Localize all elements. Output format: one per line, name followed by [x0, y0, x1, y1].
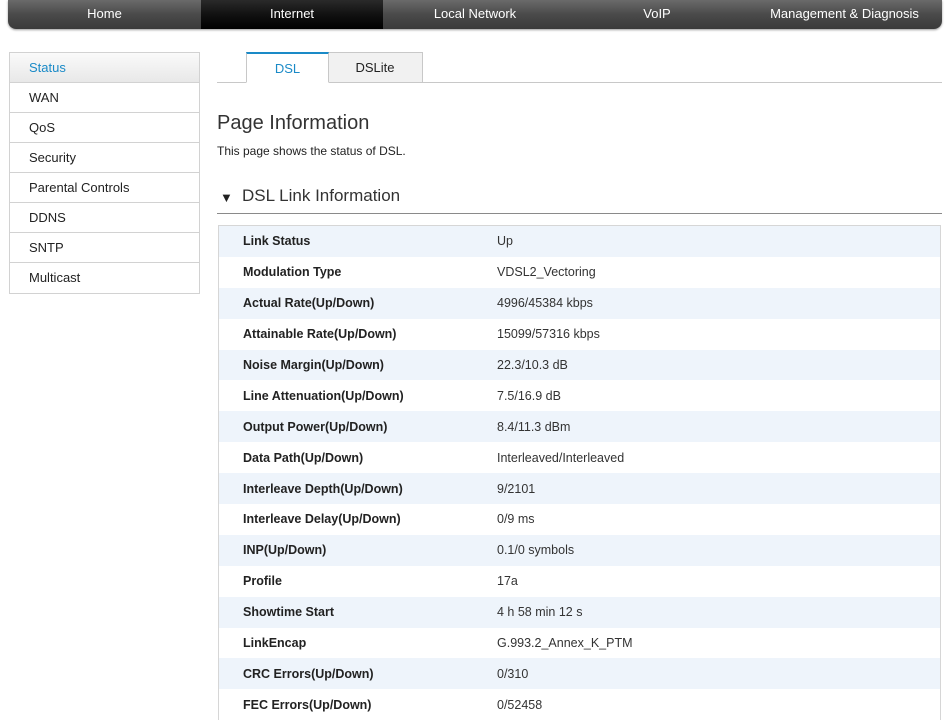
row-value: 0.1/0 symbols	[497, 543, 575, 558]
table-row: Link Status Up	[219, 226, 940, 257]
row-label: Actual Rate(Up/Down)	[243, 296, 375, 311]
row-value: VDSL2_Vectoring	[497, 265, 596, 280]
row-value: 9/2101	[497, 481, 536, 496]
page-description: This page shows the status of DSL.	[217, 144, 406, 158]
sidebar-item-multicast[interactable]: Multicast	[10, 263, 199, 293]
triangle-down-icon[interactable]: ▼	[220, 190, 233, 205]
table-row: LinkEncap G.993.2_Annex_K_PTM	[219, 627, 940, 659]
row-value: Up	[497, 234, 513, 249]
sidebar-item-parental-controls[interactable]: Parental Controls	[10, 173, 199, 203]
row-label: Link Status	[243, 234, 311, 249]
row-value: G.993.2_Annex_K_PTM	[497, 636, 633, 651]
table-row: Modulation Type VDSL2_Vectoring	[219, 256, 940, 288]
table-row: Profile 17a	[219, 565, 940, 597]
nav-voip[interactable]: VoIP	[567, 0, 747, 29]
row-value: 0/9 ms	[497, 512, 535, 527]
nav-local-network[interactable]: Local Network	[383, 0, 567, 29]
table-row: INP(Up/Down) 0.1/0 symbols	[219, 534, 940, 566]
row-value: 8.4/11.3 dBm	[497, 419, 571, 434]
tab-dslite[interactable]: DSLite	[328, 52, 423, 83]
table-row: Actual Rate(Up/Down) 4996/45384 kbps	[219, 287, 940, 319]
sidebar-item-ddns[interactable]: DDNS	[10, 203, 199, 233]
page-title: Page Information	[217, 112, 370, 134]
row-label: Data Path(Up/Down)	[243, 450, 364, 465]
table-row: Showtime Start 4 h 58 min 12 s	[219, 596, 940, 628]
row-value: 15099/57316 kbps	[497, 327, 600, 342]
table-row: Line Attenuation(Up/Down) 7.5/16.9 dB	[219, 380, 940, 412]
row-label: INP(Up/Down)	[243, 543, 327, 558]
row-label: Profile	[243, 574, 282, 589]
table-row: Output Power(Up/Down) 8.4/11.3 dBm	[219, 411, 940, 443]
table-row: Interleave Depth(Up/Down) 9/2101	[219, 473, 940, 505]
row-label: Interleave Delay(Up/Down)	[243, 512, 401, 527]
nav-management-diagnosis[interactable]: Management & Diagnosis	[747, 0, 942, 29]
table-row: Interleave Delay(Up/Down) 0/9 ms	[219, 504, 940, 535]
nav-home[interactable]: Home	[8, 0, 201, 29]
table-row: Noise Margin(Up/Down) 22.3/10.3 dB	[219, 349, 940, 381]
row-value: Interleaved/Interleaved	[497, 450, 625, 465]
row-label: FEC Errors(Up/Down)	[243, 697, 372, 712]
row-label: Output Power(Up/Down)	[243, 419, 388, 434]
dsl-info-table: Link Status Up Modulation Type VDSL2_Vecto…	[218, 225, 941, 720]
section-header: ▼ DSL Link Information	[217, 183, 942, 214]
row-label: Showtime Start	[243, 605, 334, 620]
row-value: 4996/45384 kbps	[497, 296, 593, 311]
row-label: Line Attenuation(Up/Down)	[243, 388, 404, 403]
row-label: Interleave Depth(Up/Down)	[243, 481, 403, 496]
row-value: 22.3/10.3 dB	[497, 358, 568, 372]
row-label: Attainable Rate(Up/Down)	[243, 327, 397, 342]
table-row: CRC Errors(Up/Down) 0/310	[219, 658, 940, 690]
row-label: LinkEncap	[243, 636, 307, 651]
sidebar-item-sntp[interactable]: SNTP	[10, 233, 199, 263]
row-value: 0/52458	[497, 697, 543, 712]
row-label: Modulation Type	[243, 265, 342, 280]
top-navigation: Home Internet Local Network VoIP Managem…	[8, 0, 942, 29]
sidebar-item-qos[interactable]: QoS	[10, 113, 199, 143]
section-title: DSL Link Information	[242, 186, 401, 205]
nav-internet[interactable]: Internet	[201, 0, 383, 29]
tab-dsl[interactable]: DSL	[246, 52, 329, 83]
row-value: 4 h 58 min 12 s	[497, 605, 583, 620]
sidebar-item-wan[interactable]: WAN	[10, 83, 199, 113]
row-value: 7.5/16.9 dB	[497, 388, 561, 403]
table-row: FEC Errors(Up/Down) 0/52458	[219, 689, 940, 720]
row-label: Noise Margin(Up/Down)	[243, 358, 384, 372]
sidebar-item-security[interactable]: Security	[10, 143, 199, 173]
sidebar-item-status[interactable]: Status	[10, 53, 199, 83]
sidebar: Status WAN QoS Security Parental Control…	[9, 52, 200, 294]
row-value: 17a	[497, 574, 518, 589]
row-value: 0/310	[497, 666, 529, 681]
table-row: Attainable Rate(Up/Down) 15099/57316 kbps	[219, 318, 940, 350]
row-label: CRC Errors(Up/Down)	[243, 666, 374, 681]
table-row: Data Path(Up/Down) Interleaved/Interleave…	[219, 442, 940, 474]
